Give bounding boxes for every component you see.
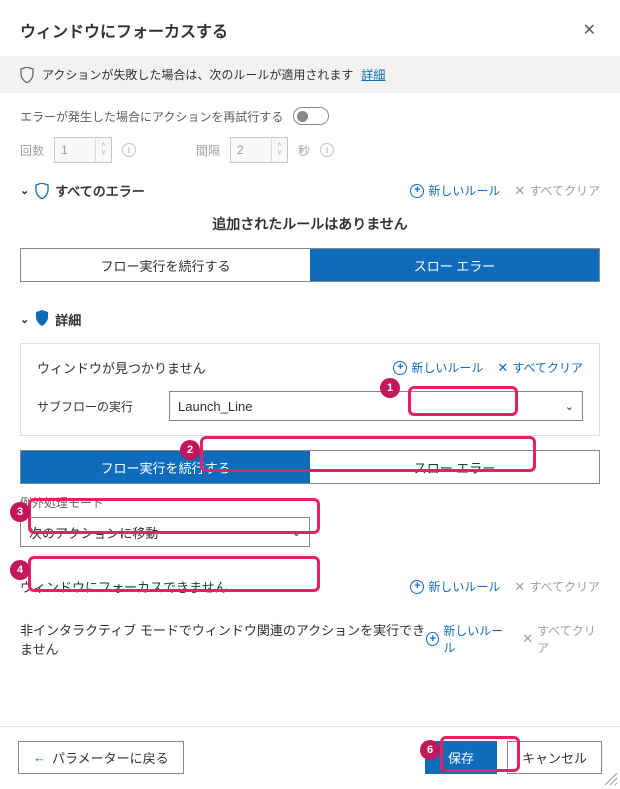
close-icon: ✕ <box>514 183 525 199</box>
subflow-dropdown[interactable]: Launch_Line ⌄ <box>169 391 583 421</box>
info-icon: i <box>122 143 136 157</box>
interval-input: 2 ˄˅ <box>230 137 288 163</box>
retry-toggle[interactable] <box>293 107 329 125</box>
annotation-badge: 2 <box>180 440 200 460</box>
shield-icon <box>20 67 34 83</box>
close-icon[interactable]: ✕ <box>579 16 600 44</box>
chevron-down-icon[interactable]: ⌄ <box>20 184 29 197</box>
new-rule-button[interactable]: + 新しいルール <box>410 578 500 595</box>
plus-icon: + <box>410 184 424 198</box>
no-rules-text: 追加されたルールはありません <box>0 214 620 234</box>
interval-label: 間隔 <box>196 142 220 159</box>
times-input: 1 ˄˅ <box>54 137 112 163</box>
clear-all-button: ✕ すべてクリア <box>522 622 600 656</box>
mode-label: 例外処理モード <box>20 494 600 511</box>
shield-filled-icon <box>35 310 49 329</box>
throw-option[interactable]: スロー エラー <box>310 451 599 483</box>
retry-label: エラーが発生した場合にアクションを再試行する <box>20 108 283 125</box>
close-icon: ✕ <box>522 631 533 647</box>
all-errors-mode-toggle[interactable]: フロー実行を続行する スロー エラー <box>20 248 600 282</box>
annotation-badge: 4 <box>10 560 30 580</box>
close-icon: ✕ <box>514 579 525 595</box>
all-errors-title: すべてのエラー <box>55 181 145 200</box>
clear-all-button: ✕ すべてクリア <box>514 578 600 595</box>
times-label: 回数 <box>20 142 44 159</box>
throw-option[interactable]: スロー エラー <box>310 249 599 281</box>
window-not-found-card: ウィンドウが見つかりません + 新しいルール ✕ すべてクリア サブフローの実行… <box>20 343 600 436</box>
annotation-badge: 6 <box>420 740 440 760</box>
info-banner: アクションが失敗した場合は、次のルールが適用されます 詳細 <box>0 56 620 93</box>
mode-dropdown[interactable]: 次のアクションに移動 ⌄ <box>20 517 310 547</box>
clear-all-button-detail[interactable]: ✕ すべてクリア <box>497 359 583 376</box>
close-icon: ✕ <box>497 360 508 376</box>
cancel-button[interactable]: キャンセル <box>507 741 602 774</box>
chevron-down-icon: ⌄ <box>565 400 574 413</box>
resize-grip-icon[interactable] <box>604 772 618 786</box>
window-not-found-label: ウィンドウが見つかりません <box>37 358 206 377</box>
back-to-params-button[interactable]: ← パラメーターに戻る <box>18 741 184 774</box>
annotation-badge: 1 <box>380 378 400 398</box>
new-rule-button[interactable]: + 新しいルール <box>410 182 500 199</box>
shield-icon <box>35 183 49 199</box>
plus-icon: + <box>393 361 407 375</box>
arrow-left-icon: ← <box>33 750 46 765</box>
plus-icon: + <box>410 580 424 594</box>
annotation-badge: 3 <box>10 502 30 522</box>
info-icon: i <box>320 143 334 157</box>
dialog-title: ウィンドウにフォーカスする <box>20 18 228 42</box>
cannot-focus-label: ウィンドウにフォーカスできません <box>20 577 228 596</box>
banner-text: アクションが失敗した場合は、次のルールが適用されます <box>42 66 353 83</box>
chevron-down-icon[interactable]: ⌄ <box>20 313 29 326</box>
continue-option[interactable]: フロー実行を続行する <box>21 451 310 483</box>
plus-icon: + <box>426 632 439 646</box>
seconds-label: 秒 <box>298 142 310 159</box>
continue-option[interactable]: フロー実行を続行する <box>21 249 310 281</box>
clear-all-button: ✕ すべてクリア <box>514 182 600 199</box>
banner-details-link[interactable]: 詳細 <box>361 66 385 83</box>
detail-title: 詳細 <box>55 310 81 329</box>
new-rule-button-detail[interactable]: + 新しいルール <box>393 359 483 376</box>
new-rule-button[interactable]: + 新しいルール <box>426 622 508 656</box>
chevron-down-icon: ⌄ <box>292 526 301 539</box>
noninteractive-label: 非インタラクティブ モードでウィンドウ関連のアクションを実行できません <box>20 620 426 658</box>
detail-mode-toggle[interactable]: フロー実行を続行する スロー エラー <box>20 450 600 484</box>
subflow-label: サブフローの実行 <box>37 398 157 415</box>
